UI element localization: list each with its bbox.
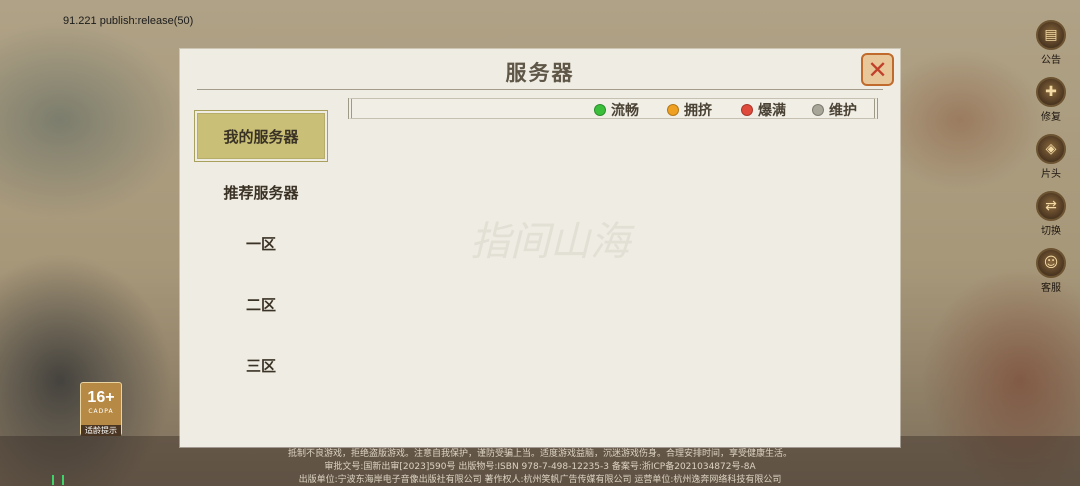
legend-label: 流畅 [611,103,639,119]
age-rating-org: CADPA [88,408,114,415]
status-dot-orange [667,104,679,116]
side-item-support[interactable]: ☺ 客服 [1034,248,1068,294]
side-item-switch[interactable]: ⇄ 切换 [1034,191,1068,237]
wrench-icon: ✚ [1036,77,1066,107]
side-item-label: 客服 [1041,283,1061,294]
legend-label: 拥挤 [684,103,712,119]
watermark-text: 指间山海 [470,219,630,265]
side-item-label: 修复 [1041,112,1061,123]
tab-label: 三区 [245,356,276,375]
server-dialog: 指间山海 服务器 ✕ 我的服务器 推荐服务器 一区 二区 三区 流畅 拥挤 爆满 [180,49,900,447]
side-item-notice[interactable]: ▤ 公告 [1034,20,1068,66]
legend-label: 爆满 [758,103,786,119]
age-rating-badge[interactable]: 16+ CADPA 适龄提示 [80,382,122,436]
age-rating-label: 适龄提示 [81,425,121,436]
switch-icon: ⇄ [1036,191,1066,221]
tab-zone-2[interactable]: 二区 [194,278,328,330]
tab-zone-1[interactable]: 一区 [194,217,328,269]
film-icon: ◈ [1036,134,1066,164]
support-icon: ☺ [1036,248,1066,278]
version-label: 91.221 publish:release(50) [63,15,194,27]
tab-label: 推荐服务器 [223,183,299,202]
status-dot-red [741,104,753,116]
side-item-label: 公告 [1041,55,1061,66]
side-item-intro[interactable]: ◈ 片头 [1034,134,1068,180]
legend-crowded: 拥挤 [667,100,712,120]
health-advice-text: 抵制不良游戏，拒绝盗版游戏。注意自我保护，谨防受骗上当。适度游戏益脑，沉迷游戏伤… [287,449,792,459]
age-rating-number: 16+ [87,389,115,406]
server-status-legend: 流畅 拥挤 爆满 维护 [348,98,878,119]
signal-icon [52,475,64,485]
status-dot-green [594,104,606,116]
tab-recommended-servers[interactable]: 推荐服务器 [194,166,328,218]
game-logo-watermark: 指间山海 [470,209,630,267]
legend-maintenance: 维护 [812,100,857,120]
tab-zone-3[interactable]: 三区 [194,339,328,391]
tab-label: 二区 [245,295,276,314]
close-button[interactable]: ✕ [861,53,894,86]
tab-label: 我的服务器 [223,127,299,146]
close-x-icon: ✕ [867,55,888,84]
approval-info-text: 审批文号:国新出审[2023]590号 出版物号:ISBN 978-7-498-… [324,462,756,472]
legend-smooth: 流畅 [594,100,639,120]
side-item-label: 片头 [1041,169,1061,180]
book-icon: ▤ [1036,20,1066,50]
side-item-label: 切换 [1041,226,1061,237]
tab-label: 一区 [245,234,276,253]
status-dot-gray [812,104,824,116]
legend-label: 维护 [829,103,857,119]
legend-full: 爆满 [741,100,786,120]
title-divider [197,89,883,90]
publisher-info-text: 出版单位:宁波东海岸电子音像出版社有限公司 著作权人:杭州笑帆广告传媒有限公司 … [298,475,782,485]
tab-my-servers[interactable]: 我的服务器 [194,110,328,162]
side-item-repair[interactable]: ✚ 修复 [1034,77,1068,123]
dialog-title: 服务器 [505,60,575,85]
